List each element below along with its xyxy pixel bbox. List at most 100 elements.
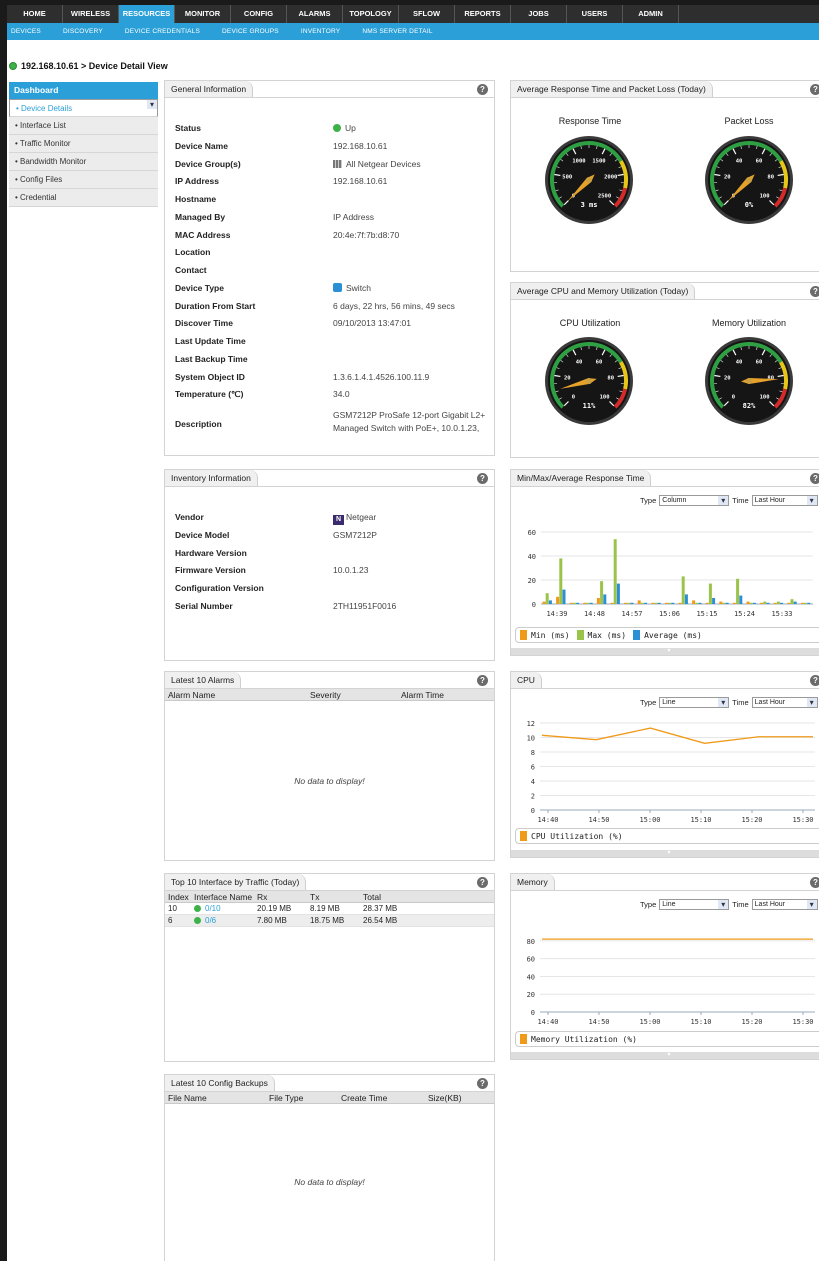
bar[interactable] <box>545 593 549 604</box>
column-header[interactable]: File Type <box>269 1092 303 1104</box>
bar[interactable] <box>790 599 794 604</box>
bar[interactable] <box>569 602 573 604</box>
column-header[interactable]: Alarm Name <box>168 689 215 701</box>
interface-link[interactable]: 0/6 <box>194 915 216 927</box>
bar[interactable] <box>548 600 552 604</box>
column-header[interactable]: Alarm Time <box>401 689 444 701</box>
help-icon[interactable]: ? <box>810 473 819 484</box>
bar[interactable] <box>630 602 634 604</box>
column-header[interactable]: Size(KB) <box>428 1092 462 1104</box>
sidebar-item[interactable]: • Interface List <box>9 117 158 135</box>
bar[interactable] <box>644 602 648 604</box>
bar[interactable] <box>600 581 604 604</box>
column-header[interactable]: Total <box>363 891 381 903</box>
bar[interactable] <box>616 583 620 604</box>
bar[interactable] <box>681 576 685 604</box>
bar[interactable] <box>712 598 716 604</box>
bar[interactable] <box>793 601 797 604</box>
bar[interactable] <box>739 595 743 604</box>
collapse-bar[interactable]: ▾ <box>511 648 819 655</box>
column-header[interactable]: Severity <box>310 689 341 701</box>
bar[interactable] <box>640 602 644 604</box>
bar[interactable] <box>572 602 576 604</box>
bar[interactable] <box>719 601 723 604</box>
help-icon[interactable]: ? <box>477 84 488 95</box>
help-icon[interactable]: ? <box>477 877 488 888</box>
sidebar-item[interactable]: • Config Files <box>9 171 158 189</box>
nav-tab-reports[interactable]: REPORTS <box>455 5 511 23</box>
time-select[interactable]: Last Hour <box>751 697 818 708</box>
column-header[interactable]: Tx <box>310 891 319 903</box>
column-header[interactable]: Rx <box>257 891 267 903</box>
bar[interactable] <box>589 602 593 604</box>
bar[interactable] <box>651 602 655 604</box>
table-row[interactable]: 10 0/10 20.19 MB 8.19 MB 28.37 MB <box>165 903 494 915</box>
column-header[interactable]: Interface Name <box>194 891 252 903</box>
sidebar-item[interactable]: • Traffic Monitor <box>9 135 158 153</box>
time-select[interactable]: Last Hour <box>751 899 818 910</box>
subnav-item-inventory[interactable]: INVENTORY <box>301 23 341 40</box>
subnav-item-device-credentials[interactable]: DEVICE CREDENTIALS <box>125 23 200 40</box>
help-icon[interactable]: ? <box>810 84 819 95</box>
sidebar-header[interactable]: Dashboard <box>9 82 158 99</box>
column-header[interactable]: File Name <box>168 1092 207 1104</box>
bar[interactable] <box>752 602 756 604</box>
bar[interactable] <box>725 602 729 604</box>
bar[interactable] <box>684 594 688 604</box>
type-select[interactable]: Line <box>659 899 730 910</box>
type-select[interactable]: Column <box>659 495 730 506</box>
bar[interactable] <box>542 601 546 604</box>
bar[interactable] <box>760 602 764 604</box>
bar[interactable] <box>804 602 808 604</box>
help-icon[interactable]: ? <box>810 286 819 297</box>
help-icon[interactable]: ? <box>810 675 819 686</box>
bar[interactable] <box>787 602 791 604</box>
bar[interactable] <box>624 602 628 604</box>
bar[interactable] <box>698 602 702 604</box>
bar[interactable] <box>664 602 668 604</box>
bar[interactable] <box>586 602 590 604</box>
nav-tab-config[interactable]: CONFIG <box>231 5 287 23</box>
table-row[interactable]: 6 0/6 7.80 MB 18.75 MB 26.54 MB <box>165 915 494 927</box>
bar[interactable] <box>780 602 784 604</box>
nav-tab-sflow[interactable]: SFLOW <box>399 5 455 23</box>
bar[interactable] <box>705 602 709 604</box>
interface-link[interactable]: 0/10 <box>194 903 221 915</box>
bar[interactable] <box>678 602 682 604</box>
bar[interactable] <box>746 601 750 604</box>
bar[interactable] <box>576 602 580 604</box>
bar[interactable] <box>613 539 617 604</box>
bar[interactable] <box>776 601 780 604</box>
nav-tab-alarms[interactable]: ALARMS <box>287 5 343 23</box>
bar[interactable] <box>596 598 600 604</box>
legend-label[interactable]: CPU Utilization (%) <box>531 832 623 841</box>
bar[interactable] <box>637 600 641 604</box>
bar[interactable] <box>763 601 767 604</box>
bar[interactable] <box>559 558 563 604</box>
sidebar-item[interactable]: • Device Details <box>9 99 158 117</box>
help-icon[interactable]: ? <box>810 877 819 888</box>
nav-tab-home[interactable]: HOME <box>7 5 63 23</box>
collapse-bar[interactable]: ▾ <box>511 850 819 857</box>
bar[interactable] <box>732 602 736 604</box>
column-header[interactable]: Index <box>168 891 189 903</box>
bar[interactable] <box>708 583 712 604</box>
nav-tab-monitor[interactable]: MONITOR <box>175 5 231 23</box>
bar[interactable] <box>807 602 811 604</box>
subnav-item-discovery[interactable]: DISCOVERY <box>63 23 103 40</box>
bar[interactable] <box>668 602 672 604</box>
bar[interactable] <box>583 602 587 604</box>
nav-tab-jobs[interactable]: JOBS <box>511 5 567 23</box>
help-icon[interactable]: ? <box>477 675 488 686</box>
series-line[interactable] <box>541 727 813 744</box>
time-select[interactable]: Last Hour <box>751 495 818 506</box>
legend-label[interactable]: Memory Utilization (%) <box>531 1035 637 1044</box>
subnav-item-devices[interactable]: DEVICES <box>11 23 41 40</box>
legend-label[interactable]: Average (ms) <box>644 631 702 640</box>
bar[interactable] <box>773 602 777 604</box>
bar[interactable] <box>627 602 631 604</box>
nav-tab-topology[interactable]: TOPOLOGY <box>343 5 399 23</box>
legend-label[interactable]: Min (ms) <box>531 631 570 640</box>
nav-tab-admin[interactable]: ADMIN <box>623 5 679 23</box>
bar[interactable] <box>695 602 699 604</box>
